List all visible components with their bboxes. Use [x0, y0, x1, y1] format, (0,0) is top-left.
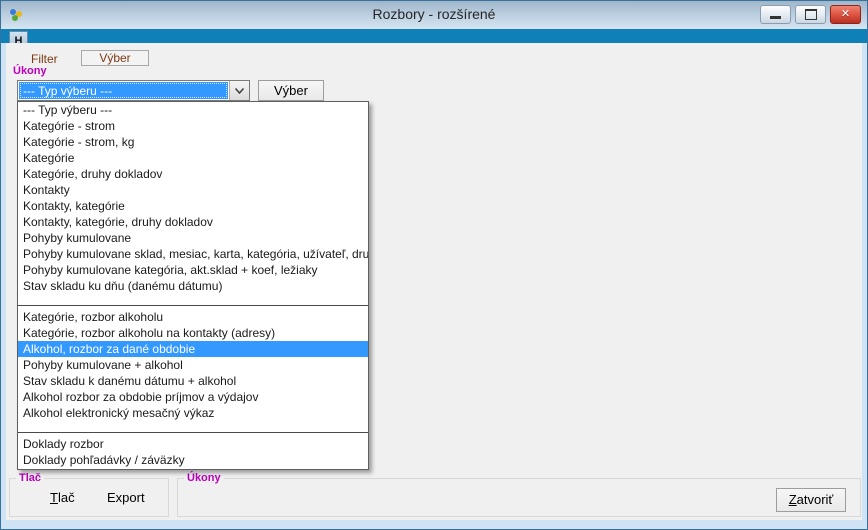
tlac-group: Tlač Tlač Export: [9, 478, 169, 517]
tlac-button[interactable]: Tlač: [50, 490, 75, 505]
maximize-button[interactable]: [795, 5, 826, 24]
ukony-bottom-group-label: Úkony: [184, 472, 224, 484]
dropdown-item[interactable]: --- Typ výberu ---: [18, 102, 368, 118]
list-separator: [18, 421, 368, 433]
zatvorit-button[interactable]: Zatvoriť: [776, 488, 846, 512]
dropdown-item[interactable]: Kategórie, rozbor alkoholu na kontakty (…: [18, 325, 368, 341]
dropdown-item[interactable]: Pohyby kumulovane + alkohol: [18, 357, 368, 373]
dropdown-item[interactable]: Doklady pohľadávky / záväzky: [18, 452, 368, 468]
combobox-value: --- Typ výberu ---: [19, 82, 228, 99]
dropdown-item[interactable]: Kontakty, kategórie: [18, 198, 368, 214]
chevron-down-icon: [235, 88, 244, 94]
export-button[interactable]: Export: [107, 490, 145, 505]
dropdown-item[interactable]: Kontakty, kategórie, druhy dokladov: [18, 214, 368, 230]
tab-filter[interactable]: Filter: [31, 52, 58, 66]
tlac-group-label: Tlač: [16, 472, 44, 484]
dropdown-item[interactable]: Kategórie, druhy dokladov: [18, 166, 368, 182]
header-band: [1, 29, 867, 43]
dropdown-item[interactable]: Stav skladu ku dňu (danému dátumu): [18, 278, 368, 294]
dropdown-item[interactable]: Kategórie: [18, 150, 368, 166]
dropdown-item[interactable]: Doklady rozbor: [18, 436, 368, 452]
typ-vyberu-listbox[interactable]: --- Typ výberu ---Kategórie - stromKateg…: [17, 101, 369, 470]
rozbory-window: Rozbory - rozšírené ✕ H Filter Výber Úko…: [0, 0, 868, 530]
dropdown-item[interactable]: Kontakty: [18, 182, 368, 198]
minimize-button[interactable]: [760, 5, 791, 24]
ukony-bottom-group: Úkony Zatvoriť: [177, 478, 861, 517]
dropdown-item[interactable]: Kategórie - strom: [18, 118, 368, 134]
maximize-icon: [805, 9, 817, 20]
list-separator: [18, 294, 368, 306]
titlebar[interactable]: Rozbory - rozšírené ✕: [1, 1, 867, 30]
typ-vyberu-combobox[interactable]: --- Typ výberu ---: [17, 80, 250, 101]
combobox-dropdown-button[interactable]: [229, 81, 249, 100]
dropdown-item[interactable]: Kategórie, rozbor alkoholu: [18, 309, 368, 325]
vyber-button[interactable]: Výber: [258, 80, 324, 101]
dropdown-item[interactable]: Pohyby kumulovane kategória, akt.sklad +…: [18, 262, 368, 278]
tab-vyber[interactable]: Výber: [81, 50, 149, 66]
close-icon: ✕: [841, 9, 850, 20]
dropdown-item[interactable]: Stav skladu k danému dátumu + alkohol: [18, 373, 368, 389]
dropdown-item-selected[interactable]: Alkohol, rozbor za dané obdobie: [18, 341, 368, 357]
window-title: Rozbory - rozšírené: [1, 6, 867, 22]
dropdown-item[interactable]: Kategórie - strom, kg: [18, 134, 368, 150]
dropdown-item[interactable]: Pohyby kumulovane sklad, mesiac, karta, …: [18, 246, 368, 262]
minimize-icon: [770, 16, 781, 19]
dropdown-item[interactable]: Alkohol elektronický mesačný výkaz: [18, 405, 368, 421]
close-button[interactable]: ✕: [830, 5, 861, 24]
dropdown-item[interactable]: Pohyby kumulovane: [18, 230, 368, 246]
dropdown-item[interactable]: Alkohol rozbor za obdobie príjmov a výda…: [18, 389, 368, 405]
ukony-group-label: Úkony: [13, 65, 47, 77]
